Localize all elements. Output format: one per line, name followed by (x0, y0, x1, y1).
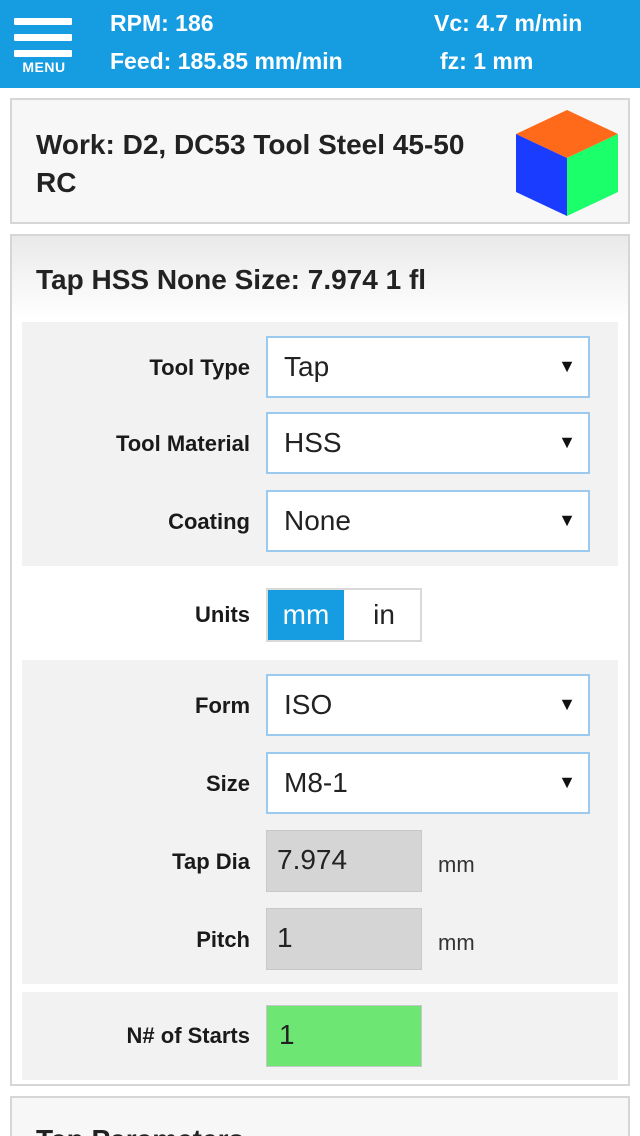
pitch-unit: mm (438, 930, 475, 955)
tool-type-value: Tap (284, 351, 330, 382)
pitch-value: 1 (277, 922, 293, 953)
size-value: M8-1 (284, 767, 348, 798)
tap-dia-value: 7.974 (277, 844, 348, 875)
tool-material-select[interactable]: HSS ▼ (266, 412, 590, 474)
tap-dia-unit: mm (438, 852, 475, 877)
hamburger-icon (14, 18, 72, 25)
rpm-readout: RPM: 186 (110, 10, 214, 36)
tool-panel-header: Tap HSS None Size: 7.974 1 fl (12, 236, 628, 322)
coating-value: None (284, 505, 351, 536)
dropdown-arrow-icon: ▼ (558, 510, 576, 530)
pitch-label: Pitch (196, 927, 250, 952)
size-select[interactable]: M8-1 ▼ (266, 752, 590, 814)
starts-value: 1 (279, 1019, 295, 1050)
thread-spec-group: Form ISO ▼ Size M8-1 ▼ Tap Dia 7.974 mm … (22, 660, 618, 984)
vc-readout: Vc: 4.7 m/min (434, 10, 583, 36)
menu-label: MENU (22, 59, 66, 75)
fz-readout: fz: 1 mm (440, 48, 534, 74)
dropdown-arrow-icon: ▼ (558, 772, 576, 792)
work-material-title: Work: D2, DC53 Tool Steel 45-50 RC (36, 129, 465, 198)
top-bar: MENU RPM: 186 Feed: 185.85 mm/min Vc: 4.… (0, 0, 640, 88)
starts-label: N# of Starts (126, 1023, 250, 1048)
tool-material-value: HSS (284, 427, 342, 458)
units-toggle: mm in (266, 588, 422, 642)
size-label: Size (205, 771, 250, 796)
hamburger-icon-bar (14, 50, 72, 57)
coating-label: Coating (168, 509, 250, 534)
units-label: Units (195, 602, 250, 627)
dropdown-arrow-icon: ▼ (558, 694, 576, 714)
tool-selection-group: Tool Type Tap ▼ Tool Material HSS ▼ Coat… (22, 322, 618, 566)
dropdown-arrow-icon: ▼ (558, 356, 576, 376)
units-option-in[interactable]: in (346, 590, 422, 640)
units-option-mm[interactable]: mm (268, 590, 344, 640)
form-label: Form (195, 693, 250, 718)
tool-material-label: Tool Material (115, 431, 250, 456)
tool-summary-title: Tap HSS None Size: 7.974 1 fl (36, 264, 427, 295)
tap-dia-label: Tap Dia (172, 849, 250, 874)
form-value: ISO (284, 689, 333, 720)
hamburger-icon-bar (14, 34, 72, 41)
tool-type-select[interactable]: Tap ▼ (266, 336, 590, 398)
feed-readout: Feed: 185.85 mm/min (110, 48, 343, 74)
starts-input[interactable]: 1 (266, 1005, 422, 1067)
tool-type-label: Tool Type (149, 355, 250, 380)
starts-group: N# of Starts 1 (22, 992, 618, 1080)
tap-parameters-title: Tap Parameters (36, 1124, 244, 1136)
menu-button[interactable]: MENU (12, 14, 76, 76)
coating-select[interactable]: None ▼ (266, 490, 590, 552)
tap-dia-field: 7.974 (266, 830, 422, 892)
cube-icon (516, 110, 618, 216)
work-material-card[interactable]: Work: D2, DC53 Tool Steel 45-50 RC (10, 98, 630, 224)
dropdown-arrow-icon: ▼ (558, 432, 576, 452)
form-select[interactable]: ISO ▼ (266, 674, 590, 736)
tap-parameters-card[interactable]: Tap Parameters (10, 1096, 630, 1136)
pitch-field: 1 (266, 908, 422, 970)
tool-panel: Tap HSS None Size: 7.974 1 fl Tool Type … (10, 234, 630, 1086)
